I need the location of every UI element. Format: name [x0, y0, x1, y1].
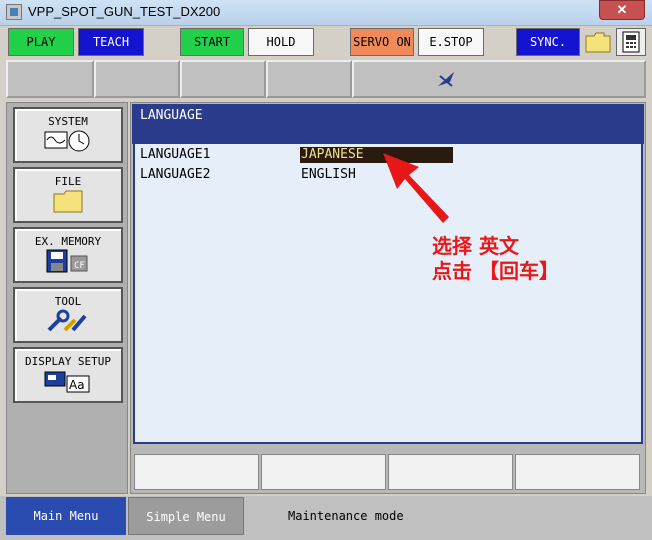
teach-button[interactable]: TEACH	[78, 28, 144, 56]
start-button[interactable]: START	[180, 28, 244, 56]
screen-header: LANGUAGE	[132, 104, 644, 144]
function-key-4[interactable]	[266, 60, 352, 98]
menu-tool-button[interactable]: TOOL	[13, 287, 123, 343]
close-button[interactable]: ✕	[599, 0, 645, 20]
language2-label: LANGUAGE2	[140, 167, 211, 182]
language1-label: LANGUAGE1	[140, 147, 211, 162]
language2-value[interactable]: ENGLISH	[301, 167, 356, 182]
soft-key-2[interactable]	[261, 454, 386, 490]
language1-value[interactable]: JAPANESE	[301, 147, 364, 162]
estop-button[interactable]: E.STOP	[418, 28, 484, 56]
display-setup-icon: Aa	[44, 371, 90, 393]
soft-key-4[interactable]	[515, 454, 640, 490]
hold-button[interactable]: HOLD	[248, 28, 314, 56]
status-area	[352, 60, 646, 98]
main-menu-tab[interactable]: Main Menu	[6, 497, 126, 535]
annotation-arrow-icon	[383, 153, 449, 223]
screen-title: LANGUAGE	[140, 108, 203, 123]
menu-ex-memory-label: EX. MEMORY	[34, 235, 102, 248]
function-key-3[interactable]	[180, 60, 266, 98]
play-button[interactable]: PLAY	[8, 28, 74, 56]
svg-text:CF: CF	[74, 261, 85, 271]
pendant-icon[interactable]	[616, 28, 646, 56]
menu-tool-label: TOOL	[54, 295, 82, 308]
tool-icon	[47, 309, 87, 332]
mode-status: Maintenance mode	[246, 497, 646, 535]
soft-key-3[interactable]	[388, 454, 513, 490]
robot-status-icon	[438, 72, 454, 87]
soft-key-1[interactable]	[134, 454, 259, 490]
floppy-disk-icon: CF	[46, 249, 88, 273]
file-folder-icon	[53, 190, 83, 213]
window-title: VPP_SPOT_GUN_TEST_DX200	[28, 4, 221, 19]
system-icon	[44, 130, 90, 152]
annotation-line2: 点击 【回车】	[432, 259, 559, 283]
folder-icon[interactable]	[584, 28, 612, 56]
menu-system-label: SYSTEM	[48, 115, 88, 128]
menu-file-button[interactable]: FILE	[13, 167, 123, 223]
menu-system-button[interactable]: SYSTEM	[13, 107, 123, 163]
svg-text:Aa: Aa	[69, 378, 85, 392]
app-icon	[6, 4, 22, 20]
menu-display-setup-button[interactable]: DISPLAY SETUP Aa	[13, 347, 123, 403]
function-key-1[interactable]	[6, 60, 94, 98]
function-key-2[interactable]	[94, 60, 180, 98]
sync-button[interactable]: SYNC.	[516, 28, 580, 56]
menu-ex-memory-button[interactable]: EX. MEMORY CF	[13, 227, 123, 283]
servo-on-button[interactable]: SERVO ON	[350, 28, 414, 56]
simple-menu-tab[interactable]: Simple Menu	[128, 497, 244, 535]
menu-file-label: FILE	[54, 175, 82, 188]
menu-display-setup-label: DISPLAY SETUP	[24, 355, 112, 368]
